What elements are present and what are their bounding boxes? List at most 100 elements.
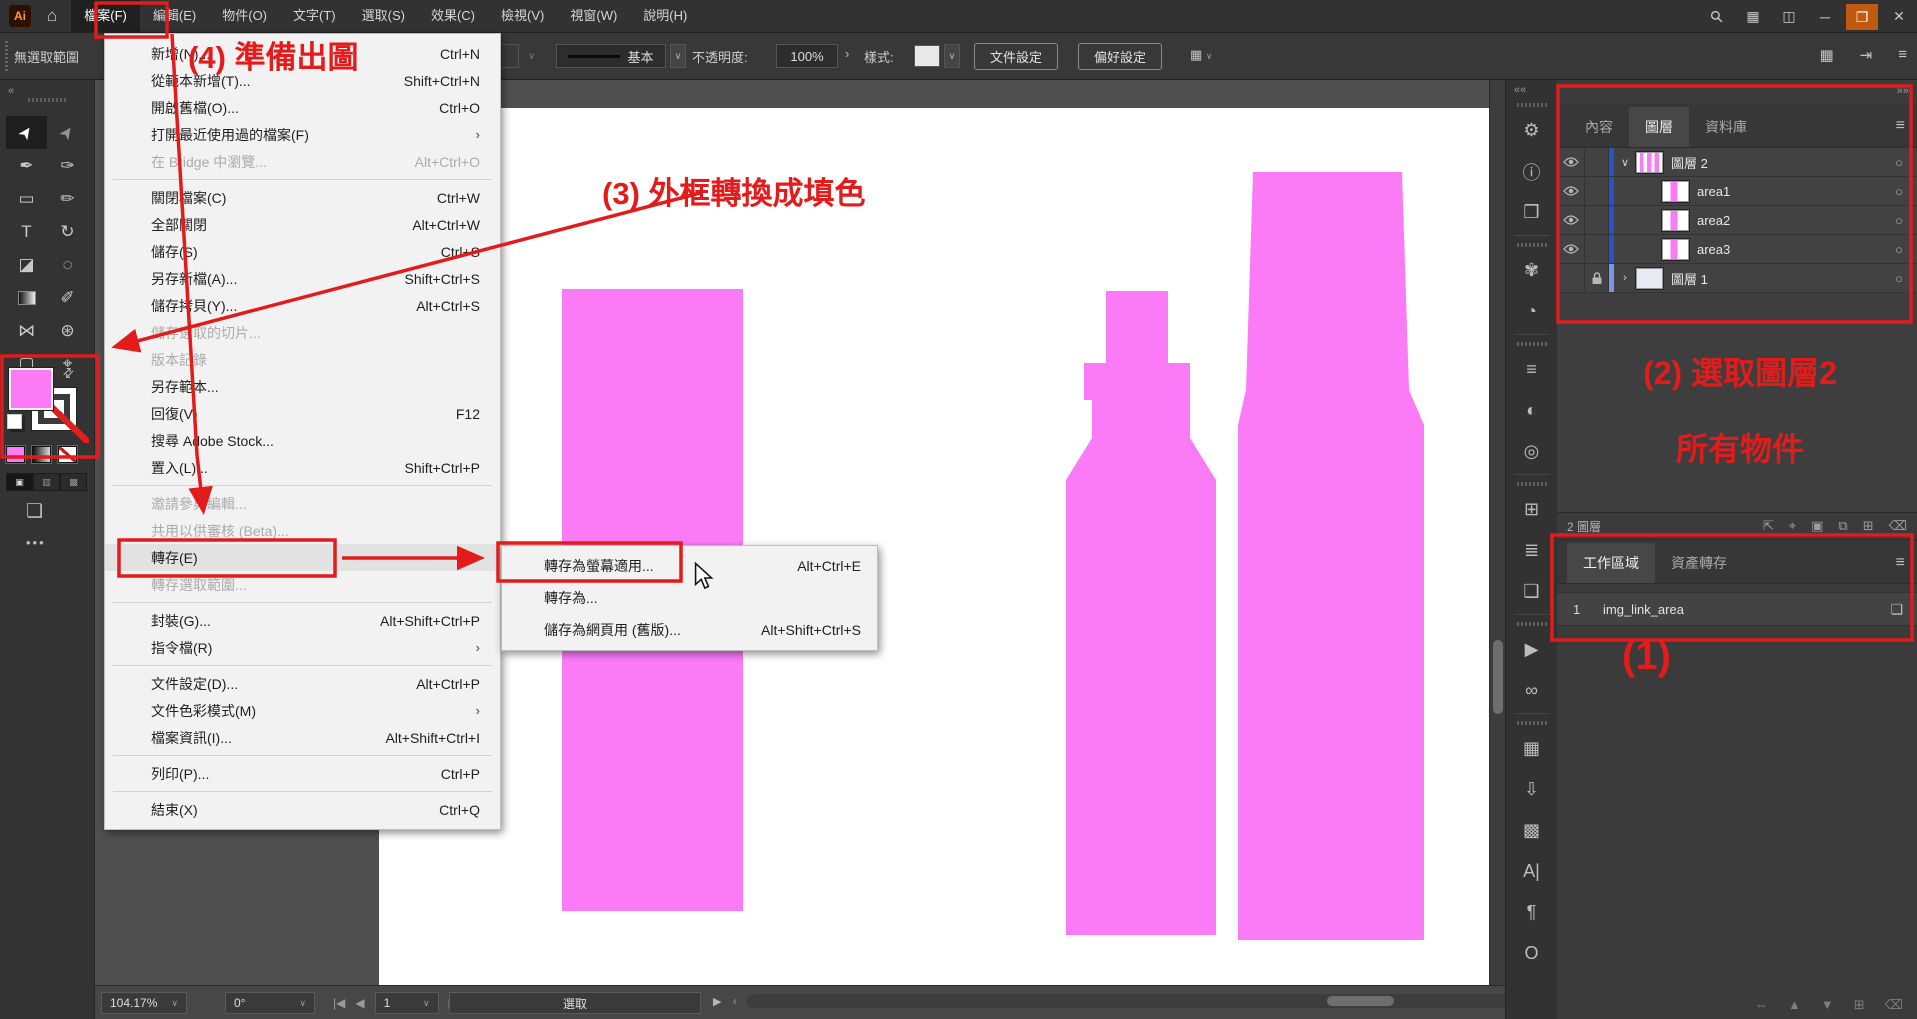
- tab-資產轉存[interactable]: 資產轉存: [1655, 543, 1743, 583]
- actions-icon[interactable]: ▶: [1506, 629, 1557, 670]
- file-menu-item[interactable]: 共用以供審核 (Beta)...: [105, 517, 500, 544]
- file-menu-item[interactable]: 轉存(E)›: [105, 544, 500, 571]
- tab-工作區域[interactable]: 工作區域: [1567, 543, 1655, 583]
- layer-name[interactable]: area2: [1697, 213, 1895, 228]
- clipping-mask-icon[interactable]: ▣: [1811, 518, 1823, 534]
- paintbrush-tool[interactable]: ✏: [47, 182, 88, 215]
- panel-menu-icon[interactable]: ≡: [1896, 554, 1905, 572]
- file-menu-item[interactable]: 從範本新增(T)...Shift+Ctrl+N: [105, 67, 500, 94]
- lock-toggle[interactable]: [1585, 177, 1609, 205]
- file-menu-item[interactable]: 版本記錄: [105, 346, 500, 373]
- chevron-down-icon[interactable]: ∨: [670, 44, 686, 68]
- collapse-panels-icon[interactable]: »»: [1897, 85, 1909, 97]
- file-menu-item[interactable]: 置入(L)...Shift+Ctrl+P: [105, 454, 500, 481]
- rotation-dropdown[interactable]: 0° ∨: [225, 992, 315, 1014]
- horizontal-scrollbar[interactable]: [747, 994, 1584, 1008]
- artboard-number-dropdown[interactable]: 1∨: [375, 992, 439, 1014]
- stroke-style-dropdown[interactable]: 基本: [556, 44, 666, 68]
- lock-toggle[interactable]: [1585, 235, 1609, 263]
- tab-資料庫[interactable]: 資料庫: [1689, 107, 1763, 147]
- arrange-documents-icon[interactable]: ▦: [1735, 8, 1771, 25]
- up-icon[interactable]: ▲: [1788, 997, 1801, 1013]
- menubar-item[interactable]: 物件(O): [209, 0, 280, 32]
- visibility-toggle[interactable]: [1557, 148, 1585, 176]
- drawing-mode-button[interactable]: ▥: [33, 473, 60, 491]
- eyedropper-tool[interactable]: ✐: [47, 281, 88, 314]
- trash-icon[interactable]: ⌫: [1885, 997, 1903, 1013]
- width-tool[interactable]: ⋈: [6, 314, 47, 347]
- scrollbar-thumb[interactable]: [1493, 640, 1503, 714]
- gradient-icon[interactable]: ◔: [1506, 291, 1557, 332]
- first-artboard-button[interactable]: |◀: [333, 996, 345, 1010]
- resize-icon[interactable]: ⇔: [1755, 997, 1768, 1013]
- home-icon[interactable]: ⌂: [47, 6, 57, 26]
- menubar-item[interactable]: 檔案(F): [71, 0, 140, 32]
- status-field[interactable]: 選取: [449, 992, 701, 1014]
- collapse-panel-icon[interactable]: «: [8, 85, 14, 97]
- file-menu-item[interactable]: 列印(P)...Ctrl+P: [105, 760, 500, 787]
- target-circle-icon[interactable]: ○: [1895, 155, 1903, 170]
- drawing-mode-button[interactable]: ▣: [6, 473, 33, 491]
- layer-thumbnail[interactable]: [1662, 210, 1689, 231]
- lock-toggle[interactable]: [1585, 264, 1609, 292]
- visibility-toggle[interactable]: [1557, 177, 1585, 205]
- target-circle-icon[interactable]: ○: [1895, 213, 1903, 228]
- file-menu-item[interactable]: 另存新檔(A)...Shift+Ctrl+S: [105, 265, 500, 292]
- stroke-icon[interactable]: ≡: [1506, 349, 1557, 390]
- default-fill-stroke-icon[interactable]: [7, 414, 22, 429]
- layer-thumbnail[interactable]: [1662, 181, 1689, 202]
- submenu-item[interactable]: 轉存為螢幕適用...Alt+Ctrl+E: [502, 550, 877, 582]
- restore-button[interactable]: ❐: [1846, 4, 1878, 30]
- gradient-tool[interactable]: [6, 281, 47, 314]
- expand-panels-icon[interactable]: ««: [1506, 84, 1526, 96]
- target-circle-icon[interactable]: ○: [1895, 184, 1903, 199]
- panel-group-grip[interactable]: [1517, 342, 1547, 346]
- previous-artboard-button[interactable]: ◀: [355, 996, 364, 1010]
- file-menu-item[interactable]: 文件色彩模式(M)›: [105, 697, 500, 724]
- gradient-button[interactable]: [32, 446, 51, 463]
- arrange-docs-icon[interactable]: ▦: [1819, 46, 1833, 64]
- visibility-toggle[interactable]: [1557, 206, 1585, 234]
- panel-group-grip[interactable]: [1517, 103, 1547, 107]
- close-button[interactable]: ✕: [1881, 8, 1917, 25]
- direct-selection-tool[interactable]: ➤: [47, 116, 88, 149]
- collect-export-icon[interactable]: ⇱: [1763, 518, 1774, 534]
- locate-object-icon[interactable]: ⌖: [1789, 518, 1796, 534]
- color-icon[interactable]: ✾: [1506, 250, 1557, 291]
- chevron-down-icon[interactable]: ∨: [528, 51, 535, 62]
- links-icon[interactable]: ∞: [1506, 670, 1557, 711]
- file-menu-item[interactable]: 儲存(S)Ctrl+S: [105, 238, 500, 265]
- minimize-button[interactable]: ─: [1807, 9, 1843, 25]
- type-tool[interactable]: T: [6, 215, 47, 248]
- opentype-icon[interactable]: O: [1506, 933, 1557, 974]
- artboard-row[interactable]: 1img_link_area❏: [1557, 592, 1917, 626]
- file-menu-item[interactable]: 回復(V)F12: [105, 400, 500, 427]
- file-menu-item[interactable]: 在 Bridge 中瀏覽...Alt+Ctrl+O: [105, 148, 500, 175]
- submenu-item[interactable]: 轉存為...: [502, 582, 877, 614]
- opacity-expand-icon[interactable]: ›: [845, 46, 849, 61]
- character-icon[interactable]: A|: [1506, 851, 1557, 892]
- bottle-small[interactable]: [1066, 291, 1216, 935]
- selection-tool[interactable]: ➤: [6, 116, 47, 149]
- menubar-item[interactable]: 效果(C): [418, 0, 488, 32]
- visibility-toggle[interactable]: [1557, 235, 1585, 263]
- drawing-mode-button[interactable]: ▩: [60, 473, 87, 491]
- image-trace-icon[interactable]: ▦: [1506, 728, 1557, 769]
- down-icon[interactable]: ▼: [1821, 997, 1834, 1013]
- layer-thumbnail[interactable]: [1636, 152, 1663, 173]
- layer-thumbnail[interactable]: [1636, 268, 1663, 289]
- file-menu-item[interactable]: 文件設定(D)...Alt+Ctrl+P: [105, 670, 500, 697]
- bottle-large[interactable]: [1238, 172, 1424, 940]
- none-button[interactable]: [58, 446, 77, 463]
- curvature-tool[interactable]: ✑: [47, 149, 88, 182]
- layer-name[interactable]: 圖層 2: [1671, 153, 1895, 172]
- panel-group-grip[interactable]: [1517, 482, 1547, 486]
- artboards-rearrange-icon[interactable]: ❒: [1506, 192, 1557, 233]
- menubar-item[interactable]: 說明(H): [630, 0, 700, 32]
- menubar-item[interactable]: 視窗(W): [557, 0, 630, 32]
- menubar-item[interactable]: 選取(S): [349, 0, 418, 32]
- menubar-item[interactable]: 編輯(E): [140, 0, 209, 32]
- zoom-level-dropdown[interactable]: 104.17% ∨: [101, 992, 187, 1014]
- layer-row[interactable]: area1○: [1557, 177, 1917, 206]
- layer-row[interactable]: ›圖層 1○: [1557, 264, 1917, 293]
